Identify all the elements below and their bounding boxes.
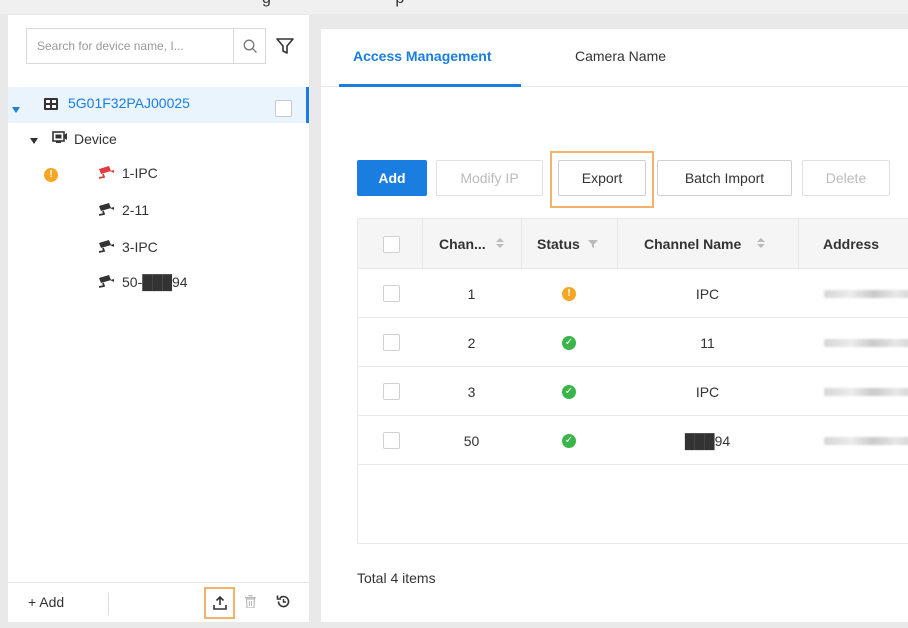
tab-bar: Access Management Camera Name (321, 29, 908, 87)
online-status-icon: ✓ (562, 384, 576, 399)
tab-camera-name[interactable]: Camera Name (575, 48, 666, 64)
modify-ip-button[interactable]: Modify IP (436, 160, 543, 196)
search-box (26, 28, 266, 64)
cell-channel-name: 11 (700, 334, 715, 351)
row-checkbox[interactable] (383, 334, 400, 351)
caret-down-icon[interactable] (12, 100, 20, 116)
table-row[interactable]: 2 ✓ 11 (358, 318, 908, 367)
device-tree-panel: 5G01F32PAJ00025 Device ! 1-IPC 2-11 3-IP… (8, 15, 309, 622)
export-tree-button[interactable] (204, 587, 235, 619)
cell-address-redacted (824, 318, 908, 367)
column-channel-name-label: Channel Name (644, 236, 742, 252)
tree-footer: + Add (8, 582, 309, 622)
row-checkbox-cell (383, 416, 400, 465)
tree-item-label: 1-IPC (122, 165, 158, 181)
cell-channel-name: IPC (695, 285, 720, 302)
camera-icon (98, 274, 116, 291)
cell-channel: 2 (467, 334, 476, 351)
column-address-label: Address (823, 236, 880, 252)
table-header: Chan... Status Channel Name Address (358, 219, 908, 269)
device-warning-badge: ! (44, 168, 58, 182)
batch-import-button[interactable]: Batch Import (657, 160, 792, 196)
tree-item-device[interactable]: 2-11 (98, 198, 149, 222)
selection-indicator (306, 87, 309, 123)
row-checkbox[interactable] (383, 432, 400, 449)
tree-root-nvr[interactable]: 5G01F32PAJ00025 (8, 87, 309, 123)
window-title-fragment: g p (262, 0, 404, 8)
row-checkbox-cell (383, 367, 400, 416)
sort-icon[interactable] (495, 238, 504, 250)
column-status[interactable]: Status (521, 219, 617, 269)
tree-item-device[interactable]: 50-███94 (98, 270, 188, 294)
tree-item-device[interactable]: 1-IPC (98, 161, 158, 185)
cell-status: ✓ (521, 367, 617, 416)
warning-status-icon: ! (562, 286, 576, 301)
search-button[interactable] (233, 29, 266, 63)
tree-item-label: 50-███94 (122, 274, 188, 290)
camera-icon (98, 239, 116, 256)
tree-item-label: 2-11 (122, 202, 149, 218)
column-channel-name[interactable]: Channel Name (617, 219, 798, 269)
active-tab-indicator (339, 84, 521, 87)
search-icon (243, 39, 257, 53)
cell-status: ! (521, 269, 617, 318)
trash-icon (245, 595, 256, 609)
nvr-icon (43, 97, 59, 114)
export-button[interactable]: Export (558, 160, 646, 196)
online-status-icon: ✓ (562, 433, 576, 448)
tree-root-label: 5G01F32PAJ00025 (68, 95, 190, 111)
add-device-button[interactable]: + Add (28, 594, 64, 610)
device-group-icon (52, 131, 68, 147)
column-status-label: Status (537, 236, 580, 252)
filter-icon (276, 38, 294, 54)
tab-access-management[interactable]: Access Management (353, 48, 492, 64)
caret-down-icon[interactable] (30, 131, 38, 147)
cell-address-redacted (824, 269, 908, 318)
camera-icon (98, 165, 116, 182)
camera-icon (98, 202, 116, 219)
tree-root-checkbox[interactable] (275, 100, 292, 117)
filter-icon[interactable] (587, 236, 598, 252)
cell-address-redacted (824, 367, 908, 416)
window-title-strip: g p (0, 0, 908, 14)
refresh-tree-button[interactable] (276, 594, 291, 612)
cell-address-redacted (824, 416, 908, 465)
table-row[interactable]: 50 ✓ ███94 (358, 416, 908, 465)
delete-tree-button[interactable] (245, 595, 256, 611)
main-panel: Access Management Camera Name Add Modify… (321, 29, 908, 622)
row-checkbox-cell (383, 318, 400, 367)
cell-status: ✓ (521, 318, 617, 367)
online-status-icon: ✓ (562, 335, 576, 350)
table-row[interactable]: 1 ! IPC (358, 269, 908, 318)
delete-button[interactable]: Delete (802, 160, 890, 196)
cell-channel: 50 (463, 432, 480, 449)
tree-item-device[interactable]: 3-IPC (98, 235, 158, 259)
sort-icon[interactable] (757, 238, 766, 250)
total-items-label: Total 4 items (357, 570, 436, 586)
channel-table: Chan... Status Channel Name Address 1 ! … (357, 218, 908, 544)
cell-channel-name: IPC (695, 383, 720, 400)
export-icon (212, 596, 227, 610)
row-checkbox[interactable] (383, 285, 400, 302)
tree-item-label: 3-IPC (122, 239, 158, 255)
filter-button[interactable] (274, 35, 296, 57)
tree-group-label: Device (74, 131, 117, 147)
select-all-checkbox[interactable] (383, 235, 400, 253)
table-row[interactable]: 3 ✓ IPC (358, 367, 908, 416)
cell-channel-name: ███94 (684, 432, 731, 449)
add-button[interactable]: Add (357, 160, 427, 196)
refresh-icon (276, 595, 290, 608)
search-input[interactable] (27, 29, 232, 63)
cell-channel: 3 (467, 383, 476, 400)
cell-status: ✓ (521, 416, 617, 465)
select-all-cell (383, 219, 400, 269)
column-address[interactable]: Address (798, 219, 908, 269)
row-checkbox-cell (383, 269, 400, 318)
column-channel-label: Chan... (439, 236, 486, 252)
column-channel[interactable]: Chan... (422, 219, 521, 269)
divider (108, 593, 109, 615)
row-checkbox[interactable] (383, 383, 400, 400)
cell-channel: 1 (467, 285, 476, 302)
tree-group-device[interactable]: Device (30, 127, 117, 151)
